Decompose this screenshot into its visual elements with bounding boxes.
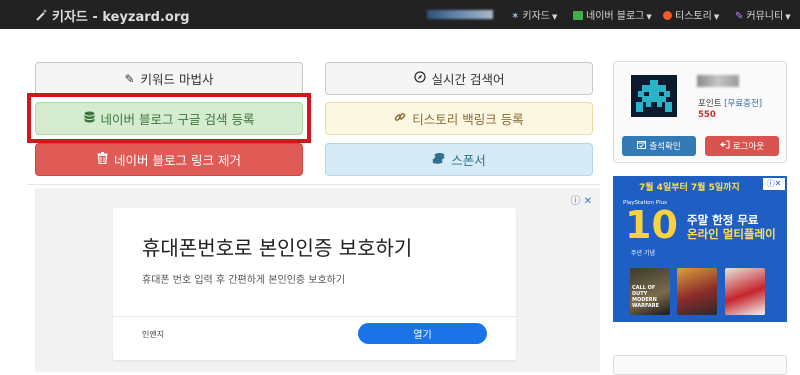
link-icon (394, 111, 406, 126)
ad-title: 휴대폰번호로 본인인증 보호하기 (142, 236, 413, 260)
highlight-box (27, 93, 311, 143)
sponsor-label: 스폰서 (451, 153, 486, 168)
calendar-check-icon (637, 140, 647, 152)
points-label: 포인트 (698, 99, 722, 109)
game-cover-1: CALL OF DUTY MODERN WARFARE (630, 268, 670, 315)
site-brand[interactable]: 키자드 - keyzard.org (36, 6, 190, 25)
side-ad-anniversary: 주년 기념 (631, 250, 655, 257)
ad-choices-icon[interactable]: ⓘ ✕ (570, 192, 592, 207)
caret-down-icon: ▼ (785, 13, 791, 21)
nav-tistory-label: 티스토리 (675, 11, 712, 22)
tistory-backlink-button[interactable]: 티스토리 백링크 등록 (325, 102, 593, 135)
side-ad-headline-2: 온라인 멀티플레이 (687, 227, 776, 241)
sponsor-button[interactable]: 스폰서 (325, 143, 593, 176)
side-ad-date: 7월 4일부터 7월 5일까지 (639, 183, 740, 193)
magic-wand-icon: ✎ (124, 71, 135, 86)
ad-sponsor: 인앤지 (142, 330, 165, 339)
ad-banner: ⓘ ✕ 휴대폰번호로 본인인증 보호하기 휴대폰 번호 입력 후 간편하게 본인… (35, 188, 600, 372)
avatar (631, 75, 677, 117)
top-navbar: 키자드 - keyzard.org ✶ 키자드 ▼ 네이버 블로그 ▼ 티스토리 ▼ ✎… (0, 0, 800, 29)
nav-tistory-menu[interactable]: 티스토리 ▼ (663, 7, 719, 22)
caret-down-icon: ▼ (552, 13, 558, 21)
points-value: 550 (698, 110, 716, 120)
nav-community-menu[interactable]: ✎ 커뮤니티 ▼ (735, 7, 791, 22)
magic-wand-icon (36, 9, 48, 25)
user-panel: 포인트 [무료충전] 550 출석확인 로그아웃 (613, 61, 787, 163)
naver-link-remove-label: 네이버 블로그 링크 제거 (114, 153, 241, 168)
realtime-search-label: 실시간 검색어 (431, 72, 505, 87)
logout-button[interactable]: 로그아웃 (705, 136, 779, 156)
ad-open-button[interactable]: 열기 (358, 323, 487, 344)
keyword-wizard-label: 키워드 마법사 (140, 72, 214, 87)
ad-description: 휴대폰 번호 입력 후 간편하게 본인인증 보호하기 (142, 275, 346, 286)
game-cover-3 (725, 268, 765, 315)
nav-naver-blog-menu[interactable]: 네이버 블로그 ▼ (573, 7, 652, 22)
nav-community-label: 커뮤니티 (746, 11, 784, 22)
game-cover-title: CALL OF DUTY MODERN WARFARE (632, 285, 659, 309)
ad-divider (113, 316, 516, 317)
sign-out-icon (719, 140, 730, 152)
side-ad-headline: 주말 한정 무료 온라인 멀티플레이 (687, 213, 776, 241)
user-name-blurred (427, 10, 493, 19)
compass-icon (413, 71, 426, 86)
caret-down-icon: ▼ (646, 13, 652, 21)
nav-naver-blog-label: 네이버 블로그 (586, 11, 645, 22)
community-icon: ✎ (735, 11, 744, 22)
side-ad-headline-1: 주말 한정 무료 (687, 213, 759, 227)
side-ad-number: 10 (625, 203, 678, 247)
logout-label: 로그아웃 (732, 142, 765, 152)
content-divider (27, 184, 600, 185)
trash-icon (97, 152, 108, 167)
free-charge-link[interactable]: [무료충전] (724, 99, 762, 109)
nav-keyzard-menu[interactable]: ✶ 키자드 ▼ (511, 7, 557, 22)
brand-text: 키자드 - keyzard.org (52, 10, 190, 25)
tistory-icon (663, 11, 672, 20)
checkin-label: 출석확인 (649, 142, 681, 152)
side-panel-bottom (613, 355, 787, 375)
magic-wand-icon: ✶ (511, 11, 520, 22)
game-cover-2 (677, 268, 717, 315)
coins-icon (432, 152, 445, 167)
tistory-backlink-label: 티스토리 백링크 등록 (412, 112, 524, 127)
points-line: 포인트 [무료충전] (698, 97, 762, 109)
ad-card[interactable]: 휴대폰번호로 본인인증 보호하기 휴대폰 번호 입력 후 간편하게 본인인증 보… (113, 208, 516, 360)
username-blurred (697, 75, 739, 87)
side-ad-banner[interactable]: 7월 4일부터 7월 5일까지 ⓘ✕ PlayStation Plus 10 주… (613, 176, 787, 322)
checkin-button[interactable]: 출석확인 (622, 136, 696, 156)
nav-keyzard-label: 키자드 (522, 11, 550, 22)
naver-blog-icon (573, 11, 583, 20)
realtime-search-button[interactable]: 실시간 검색어 (325, 62, 593, 95)
naver-link-remove-button[interactable]: 네이버 블로그 링크 제거 (35, 143, 303, 176)
ad-close-icon[interactable]: ⓘ✕ (763, 178, 785, 190)
caret-down-icon: ▼ (713, 13, 720, 21)
keyword-wizard-button[interactable]: ✎ 키워드 마법사 (35, 62, 303, 95)
